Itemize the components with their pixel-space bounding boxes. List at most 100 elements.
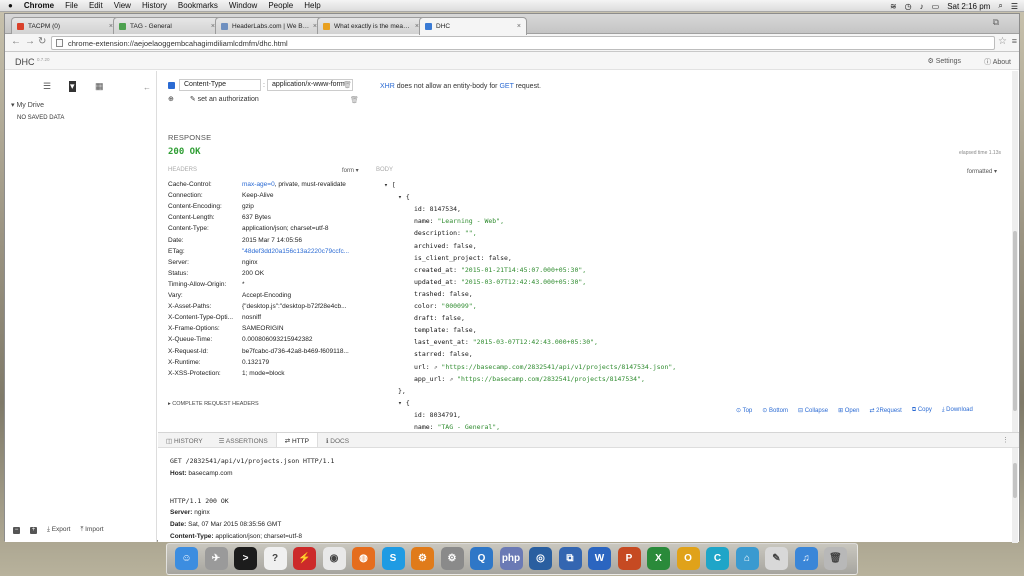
settings-label: Settings xyxy=(935,58,961,65)
bottom-scroll-thumb[interactable] xyxy=(1013,463,1017,498)
caret-down-icon[interactable]: ▾ xyxy=(398,399,402,407)
main-scrollbar[interactable] xyxy=(1012,71,1018,432)
menu-app-name[interactable]: Chrome xyxy=(24,1,54,10)
battery-icon[interactable]: ▭ xyxy=(932,2,940,11)
menu-edit[interactable]: Edit xyxy=(89,1,103,10)
tab-history[interactable]: ◫ HISTORY xyxy=(158,433,211,447)
menu-window[interactable]: Window xyxy=(229,1,257,10)
formatted-dropdown[interactable]: formatted ▾ xyxy=(967,168,997,175)
caret-down-icon[interactable]: ▾ xyxy=(384,181,388,189)
dock-sys-prefs-icon[interactable]: ⚙ xyxy=(440,547,464,570)
dock-word-icon[interactable]: W xyxy=(588,547,611,570)
dock-firefox-icon[interactable]: ◍ xyxy=(352,547,375,570)
dock-php-icon[interactable]: php xyxy=(499,547,523,570)
form-dropdown[interactable]: form ▾ xyxy=(342,167,359,174)
volume-icon[interactable]: ♪ xyxy=(920,2,924,11)
my-drive-folder[interactable]: ▾ My Drive xyxy=(11,101,44,109)
chrome-menu-icon[interactable]: ≡ xyxy=(1012,36,1017,46)
header-enabled-checkbox[interactable] xyxy=(168,81,175,89)
dock-itunes-icon[interactable]: ♫ xyxy=(794,547,818,570)
download-button[interactable]: ⤓ Download xyxy=(942,407,973,414)
menu-history[interactable]: History xyxy=(142,1,167,10)
dock-finder-icon[interactable]: ☺ xyxy=(175,547,198,570)
menu-view[interactable]: View xyxy=(114,1,131,10)
back-arrow-icon[interactable]: ← xyxy=(11,36,21,47)
add-icon[interactable]: + xyxy=(30,526,37,534)
menu-help[interactable]: Help xyxy=(304,1,320,10)
dock-skype-icon[interactable]: S xyxy=(381,547,405,570)
tab-http[interactable]: ⇄ HTTP xyxy=(275,433,318,447)
dock-settings-icon[interactable]: ⚙ xyxy=(411,547,434,570)
close-tab-icon[interactable]: × xyxy=(517,23,521,30)
export-button[interactable]: ⤓ Export xyxy=(47,526,70,534)
tab-tacpm[interactable]: TACPM (0) × xyxy=(11,17,119,34)
xhr-link[interactable]: XHR xyxy=(380,83,395,90)
dock-powerpoint-icon[interactable]: P xyxy=(617,547,641,570)
to-request-button[interactable]: ⇄ 2Request xyxy=(869,407,901,414)
tab-dhc[interactable]: DHC × xyxy=(419,17,527,35)
dock-trash-icon[interactable]: 🗑 xyxy=(824,547,847,570)
dock-outlook-icon[interactable]: O xyxy=(676,547,700,570)
about-link[interactable]: ⓘ About xyxy=(984,57,1011,67)
grid-view-icon[interactable]: ▦ xyxy=(95,81,104,92)
bookmark-star-icon[interactable]: ☆ xyxy=(998,36,1007,47)
dock-chrome-icon[interactable]: ◉ xyxy=(322,547,346,570)
dock-launchpad-icon[interactable]: ✈ xyxy=(204,547,228,570)
apple-menu-icon[interactable]: ● xyxy=(8,1,13,10)
dock-app-red-icon[interactable]: ⚡ xyxy=(293,547,316,570)
tab-headerlabs[interactable]: HeaderLabs.com | We Bu... × xyxy=(215,17,323,34)
tab-assertions[interactable]: ☰ ASSERTIONS xyxy=(211,433,276,447)
dock-app-blue-icon[interactable]: ⧉ xyxy=(558,547,582,570)
wifi-icon[interactable]: ≋ xyxy=(890,2,897,11)
open-button[interactable]: ⊞ Open xyxy=(838,407,859,414)
menu-people[interactable]: People xyxy=(268,1,293,10)
panel-menu-icon[interactable]: ⋮ xyxy=(1002,436,1009,444)
notification-center-icon[interactable]: ☰ xyxy=(1011,2,1018,11)
remove-icon[interactable]: − xyxy=(13,526,20,534)
header-value-link[interactable]: max-age=0 xyxy=(242,181,275,188)
dock-terminal-icon[interactable]: > xyxy=(234,547,257,570)
tab-docs[interactable]: ℹ DOCS xyxy=(318,433,357,447)
list-view-icon[interactable]: ☰ xyxy=(43,81,51,92)
caret-down-icon[interactable]: ▾ xyxy=(398,193,402,201)
copy-button[interactable]: ⧉ Copy xyxy=(912,407,932,414)
settings-link[interactable]: ⚙ Settings xyxy=(927,57,961,65)
collapse-sidebar-icon[interactable]: ← xyxy=(143,83,151,92)
spotlight-icon[interactable]: ⌕ xyxy=(998,1,1002,11)
get-link[interactable]: GET xyxy=(499,83,513,90)
header-value-input[interactable]: application/x-www-form xyxy=(266,79,353,91)
tab-tag-general[interactable]: TAG - General × xyxy=(113,17,221,34)
menu-bookmarks[interactable]: Bookmarks xyxy=(178,1,218,10)
drive-view-icon[interactable]: ▾ xyxy=(69,81,76,92)
tab-what-exactly[interactable]: What exactly is the meanin... × xyxy=(317,17,425,34)
top-button[interactable]: ⊙ Top xyxy=(736,407,752,414)
set-authorization-row[interactable]: ⊕ ✎ set an authorization xyxy=(168,95,259,103)
delete-header-icon[interactable]: 🗑 xyxy=(343,81,352,89)
address-bar[interactable]: chrome-extension://aejoelaoggembcahagimd… xyxy=(51,36,995,50)
dock-quicktime-icon[interactable]: Q xyxy=(470,547,493,570)
clock-icon[interactable]: ◷ xyxy=(905,2,912,11)
import-button[interactable]: ⤒ Import xyxy=(80,526,103,534)
external-link-icon[interactable]: ⇗ xyxy=(449,375,457,383)
delete-auth-icon[interactable]: 🗑 xyxy=(350,96,359,104)
bottom-scrollbar[interactable] xyxy=(1012,448,1018,543)
main-scroll-thumb[interactable] xyxy=(1013,231,1017,411)
reload-icon[interactable]: ↻ xyxy=(38,36,46,47)
dock-app-cyan-icon[interactable]: C xyxy=(706,547,729,570)
dock-browser-icon[interactable]: ◎ xyxy=(529,547,552,570)
window-restore-icon[interactable]: ⧉ xyxy=(993,17,999,28)
collapse-button[interactable]: ⊟ Collapse xyxy=(798,407,828,414)
dock-preview-icon[interactable]: ✎ xyxy=(765,547,788,570)
json-link-value[interactable]: "https://basecamp.com/2832541/projects/8… xyxy=(457,375,645,383)
dock-app-teal-icon[interactable]: ⌂ xyxy=(735,547,759,570)
header-value[interactable]: "48def3dd20a156c13a2220c79ccfc... xyxy=(242,248,374,255)
dock-spotlight-icon[interactable]: ? xyxy=(263,547,287,570)
bottom-button[interactable]: ⊙ Bottom xyxy=(762,407,788,414)
complete-request-headers-toggle[interactable]: ▸ COMPLETE REQUEST HEADERS xyxy=(168,401,259,407)
menu-file[interactable]: File xyxy=(65,1,78,10)
forward-arrow-icon[interactable]: → xyxy=(25,36,35,47)
json-link-value[interactable]: "https://basecamp.com/2832541/api/v1/pro… xyxy=(441,363,676,371)
menubar-clock[interactable]: Sat 2:16 pm xyxy=(947,2,990,11)
dock-excel-icon[interactable]: X xyxy=(647,547,670,570)
header-name-input[interactable]: Content-Type xyxy=(179,79,261,91)
